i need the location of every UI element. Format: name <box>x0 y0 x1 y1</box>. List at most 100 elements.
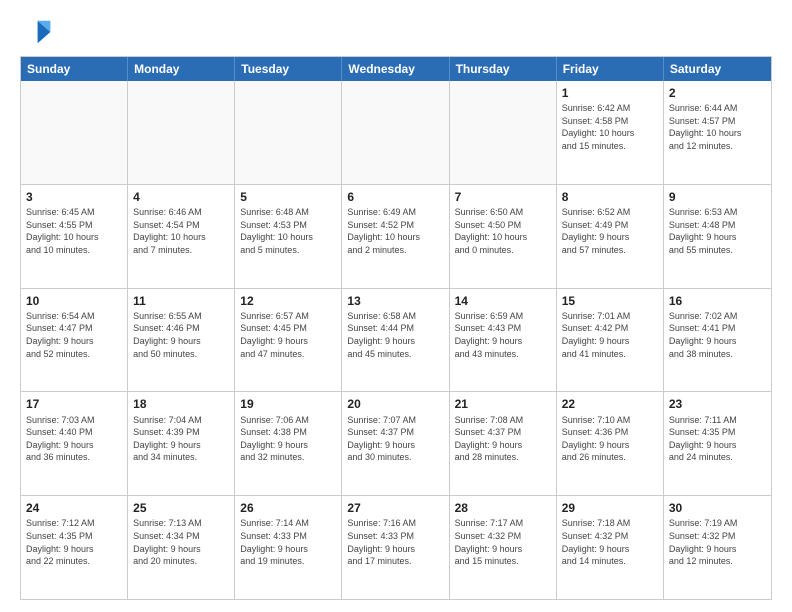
header-day-friday: Friday <box>557 57 664 81</box>
day-number: 10 <box>26 293 122 309</box>
day-info: Sunrise: 6:49 AM Sunset: 4:52 PM Dayligh… <box>347 206 443 256</box>
day-info: Sunrise: 7:03 AM Sunset: 4:40 PM Dayligh… <box>26 414 122 464</box>
day-info: Sunrise: 7:19 AM Sunset: 4:32 PM Dayligh… <box>669 517 766 567</box>
calendar-day-18: 18 Sunrise: 7:04 AM Sunset: 4:39 PM Dayli… <box>128 392 235 495</box>
calendar-day-11: 11Sunrise: 6:55 AM Sunset: 4:46 PM Dayli… <box>128 289 235 392</box>
day-info: Sunrise: 7:11 AM Sunset: 4:35 PM Dayligh… <box>669 414 766 464</box>
calendar-day-1: 1Sunrise: 6:42 AM Sunset: 4:58 PM Daylig… <box>557 81 664 184</box>
day-number: 23 <box>669 396 766 412</box>
calendar-empty-cell <box>342 81 449 184</box>
day-number: 27 <box>347 500 443 516</box>
day-number: 8 <box>562 189 658 205</box>
day-info: Sunrise: 6:54 AM Sunset: 4:47 PM Dayligh… <box>26 310 122 360</box>
day-info: Sunrise: 6:42 AM Sunset: 4:58 PM Dayligh… <box>562 102 658 152</box>
day-info: Sunrise: 7:07 AM Sunset: 4:37 PM Dayligh… <box>347 414 443 464</box>
day-number: 5 <box>240 189 336 205</box>
day-number: 21 <box>455 396 551 412</box>
day-number: 12 <box>240 293 336 309</box>
day-info: Sunrise: 6:53 AM Sunset: 4:48 PM Dayligh… <box>669 206 766 256</box>
day-info: Sunrise: 7:04 AM Sunset: 4:39 PM Dayligh… <box>133 414 229 464</box>
day-info: Sunrise: 7:14 AM Sunset: 4:33 PM Dayligh… <box>240 517 336 567</box>
day-number: 28 <box>455 500 551 516</box>
calendar-day-13: 13Sunrise: 6:58 AM Sunset: 4:44 PM Dayli… <box>342 289 449 392</box>
day-info: Sunrise: 6:59 AM Sunset: 4:43 PM Dayligh… <box>455 310 551 360</box>
calendar-day-5: 5Sunrise: 6:48 AM Sunset: 4:53 PM Daylig… <box>235 185 342 288</box>
calendar-week-5: 24Sunrise: 7:12 AM Sunset: 4:35 PM Dayli… <box>21 495 771 599</box>
calendar-week-2: 3Sunrise: 6:45 AM Sunset: 4:55 PM Daylig… <box>21 184 771 288</box>
calendar-empty-cell <box>235 81 342 184</box>
day-info: Sunrise: 7:16 AM Sunset: 4:33 PM Dayligh… <box>347 517 443 567</box>
calendar-day-27: 27Sunrise: 7:16 AM Sunset: 4:33 PM Dayli… <box>342 496 449 599</box>
calendar-day-6: 6Sunrise: 6:49 AM Sunset: 4:52 PM Daylig… <box>342 185 449 288</box>
calendar-week-3: 10Sunrise: 6:54 AM Sunset: 4:47 PM Dayli… <box>21 288 771 392</box>
calendar-day-10: 10Sunrise: 6:54 AM Sunset: 4:47 PM Dayli… <box>21 289 128 392</box>
calendar-day-2: 2Sunrise: 6:44 AM Sunset: 4:57 PM Daylig… <box>664 81 771 184</box>
calendar-day-25: 25Sunrise: 7:13 AM Sunset: 4:34 PM Dayli… <box>128 496 235 599</box>
calendar-empty-cell <box>21 81 128 184</box>
header-day-wednesday: Wednesday <box>342 57 449 81</box>
day-info: Sunrise: 7:02 AM Sunset: 4:41 PM Dayligh… <box>669 310 766 360</box>
day-number: 16 <box>669 293 766 309</box>
day-number: 3 <box>26 189 122 205</box>
calendar-day-20: 20 Sunrise: 7:07 AM Sunset: 4:37 PM Dayli… <box>342 392 449 495</box>
day-info: Sunrise: 7:17 AM Sunset: 4:32 PM Dayligh… <box>455 517 551 567</box>
calendar-header: SundayMondayTuesdayWednesdayThursdayFrid… <box>21 57 771 81</box>
calendar-day-21: 21 Sunrise: 7:08 AM Sunset: 4:37 PM Dayli… <box>450 392 557 495</box>
header-day-thursday: Thursday <box>450 57 557 81</box>
day-info: Sunrise: 6:55 AM Sunset: 4:46 PM Dayligh… <box>133 310 229 360</box>
day-number: 13 <box>347 293 443 309</box>
calendar-day-30: 30Sunrise: 7:19 AM Sunset: 4:32 PM Dayli… <box>664 496 771 599</box>
day-info: Sunrise: 6:58 AM Sunset: 4:44 PM Dayligh… <box>347 310 443 360</box>
day-info: Sunrise: 7:10 AM Sunset: 4:36 PM Dayligh… <box>562 414 658 464</box>
day-number: 14 <box>455 293 551 309</box>
day-number: 19 <box>240 396 336 412</box>
day-info: Sunrise: 7:18 AM Sunset: 4:32 PM Dayligh… <box>562 517 658 567</box>
calendar-day-7: 7Sunrise: 6:50 AM Sunset: 4:50 PM Daylig… <box>450 185 557 288</box>
calendar-day-4: 4Sunrise: 6:46 AM Sunset: 4:54 PM Daylig… <box>128 185 235 288</box>
calendar-day-29: 29Sunrise: 7:18 AM Sunset: 4:32 PM Dayli… <box>557 496 664 599</box>
day-info: Sunrise: 7:13 AM Sunset: 4:34 PM Dayligh… <box>133 517 229 567</box>
day-number: 26 <box>240 500 336 516</box>
day-number: 20 <box>347 396 443 412</box>
calendar-day-22: 22Sunrise: 7:10 AM Sunset: 4:36 PM Dayli… <box>557 392 664 495</box>
header-day-tuesday: Tuesday <box>235 57 342 81</box>
day-info: Sunrise: 6:46 AM Sunset: 4:54 PM Dayligh… <box>133 206 229 256</box>
day-info: Sunrise: 6:52 AM Sunset: 4:49 PM Dayligh… <box>562 206 658 256</box>
header-day-saturday: Saturday <box>664 57 771 81</box>
day-number: 17 <box>26 396 122 412</box>
calendar-day-17: 17 Sunrise: 7:03 AM Sunset: 4:40 PM Dayli… <box>21 392 128 495</box>
logo-icon <box>20 16 52 48</box>
calendar-day-24: 24Sunrise: 7:12 AM Sunset: 4:35 PM Dayli… <box>21 496 128 599</box>
header-day-sunday: Sunday <box>21 57 128 81</box>
day-info: Sunrise: 7:12 AM Sunset: 4:35 PM Dayligh… <box>26 517 122 567</box>
calendar-day-14: 14Sunrise: 6:59 AM Sunset: 4:43 PM Dayli… <box>450 289 557 392</box>
calendar-day-16: 16Sunrise: 7:02 AM Sunset: 4:41 PM Dayli… <box>664 289 771 392</box>
header-day-monday: Monday <box>128 57 235 81</box>
calendar-day-19: 19 Sunrise: 7:06 AM Sunset: 4:38 PM Dayli… <box>235 392 342 495</box>
day-number: 29 <box>562 500 658 516</box>
day-info: Sunrise: 7:08 AM Sunset: 4:37 PM Dayligh… <box>455 414 551 464</box>
calendar-empty-cell <box>128 81 235 184</box>
calendar-day-3: 3Sunrise: 6:45 AM Sunset: 4:55 PM Daylig… <box>21 185 128 288</box>
calendar-week-1: 1Sunrise: 6:42 AM Sunset: 4:58 PM Daylig… <box>21 81 771 184</box>
calendar-day-26: 26Sunrise: 7:14 AM Sunset: 4:33 PM Dayli… <box>235 496 342 599</box>
calendar-day-15: 15Sunrise: 7:01 AM Sunset: 4:42 PM Dayli… <box>557 289 664 392</box>
calendar-empty-cell <box>450 81 557 184</box>
day-info: Sunrise: 6:48 AM Sunset: 4:53 PM Dayligh… <box>240 206 336 256</box>
day-info: Sunrise: 6:50 AM Sunset: 4:50 PM Dayligh… <box>455 206 551 256</box>
day-info: Sunrise: 7:01 AM Sunset: 4:42 PM Dayligh… <box>562 310 658 360</box>
day-info: Sunrise: 6:57 AM Sunset: 4:45 PM Dayligh… <box>240 310 336 360</box>
day-number: 15 <box>562 293 658 309</box>
day-number: 2 <box>669 85 766 101</box>
day-number: 11 <box>133 293 229 309</box>
day-number: 18 <box>133 396 229 412</box>
calendar-day-9: 9Sunrise: 6:53 AM Sunset: 4:48 PM Daylig… <box>664 185 771 288</box>
calendar: SundayMondayTuesdayWednesdayThursdayFrid… <box>20 56 772 600</box>
calendar-day-8: 8Sunrise: 6:52 AM Sunset: 4:49 PM Daylig… <box>557 185 664 288</box>
calendar-body: 1Sunrise: 6:42 AM Sunset: 4:58 PM Daylig… <box>21 81 771 599</box>
day-info: Sunrise: 7:06 AM Sunset: 4:38 PM Dayligh… <box>240 414 336 464</box>
page: SundayMondayTuesdayWednesdayThursdayFrid… <box>0 0 792 612</box>
header <box>20 16 772 48</box>
day-number: 9 <box>669 189 766 205</box>
calendar-day-23: 23 Sunrise: 7:11 AM Sunset: 4:35 PM Dayli… <box>664 392 771 495</box>
